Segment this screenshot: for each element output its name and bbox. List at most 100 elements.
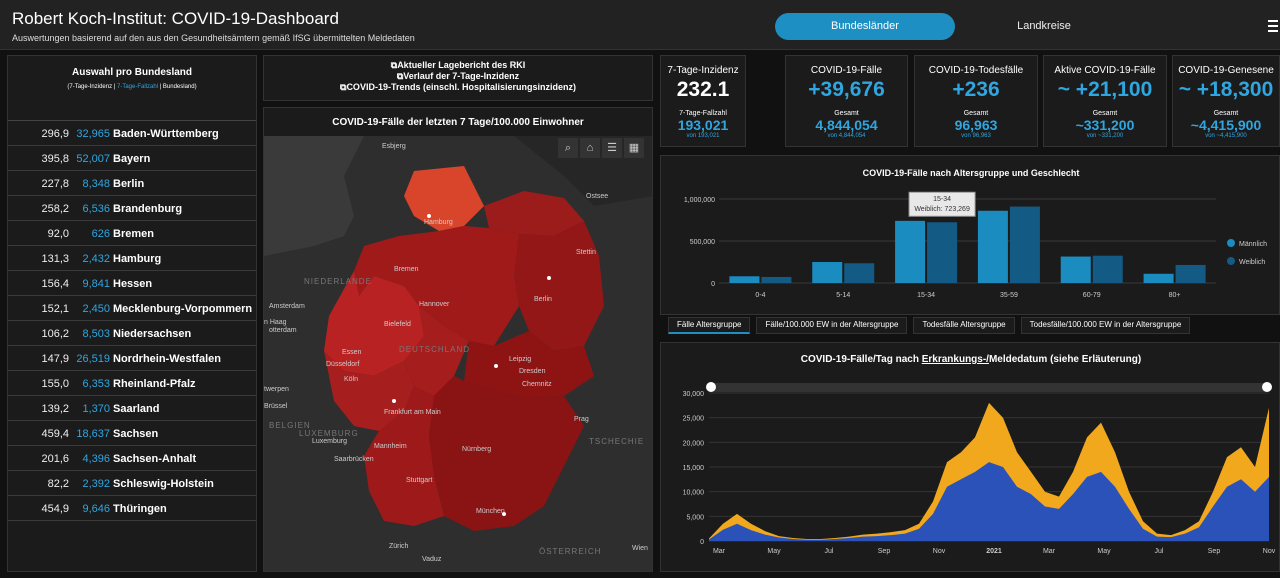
row-incidence: 454,9	[41, 503, 69, 515]
bundesland-row[interactable]: 201,6 4,396 Sachsen-Anhalt	[8, 446, 256, 471]
home-icon[interactable]: ⌂	[580, 138, 600, 158]
bundesland-row[interactable]: 395,8 52,007 Bayern	[8, 146, 256, 171]
age-bar-weiblich[interactable]	[1009, 206, 1040, 283]
map-label: otterdam	[269, 327, 297, 334]
daily-xtick: Jul	[1155, 548, 1164, 555]
map-label: Esbjerg	[382, 143, 406, 150]
daily-ytick: 0	[700, 539, 704, 546]
age-bar-männlich[interactable]	[977, 210, 1008, 283]
row-name: Bayern	[113, 153, 151, 165]
age-bar-männlich[interactable]	[895, 220, 926, 283]
daily-cases-chart[interactable]: COVID-19-Fälle/Tag nach Erkrankungs-/Mel…	[661, 343, 1280, 573]
age-bar-männlich[interactable]	[729, 276, 760, 283]
row-incidence: 227,8	[41, 178, 69, 190]
age-tab-0[interactable]: Fälle Altersgruppe	[668, 317, 751, 334]
daily-area-onset[interactable]	[709, 462, 1269, 541]
bundesland-row[interactable]: 131,3 2,432 Hamburg	[8, 246, 256, 271]
age-tab-1[interactable]: Fälle/100.000 EW in der Altersgruppe	[756, 317, 908, 334]
age-bar-männlich[interactable]	[1060, 256, 1091, 283]
bundesland-row[interactable]: 459,4 18,637 Sachsen	[8, 421, 256, 446]
map-label: NIEDERLANDE	[304, 277, 372, 286]
age-bar-männlich[interactable]	[1143, 273, 1174, 283]
kpi-value: ~ +18,300	[1178, 78, 1274, 101]
age-bar-weiblich[interactable]	[927, 222, 958, 283]
row-incidence: 152,1	[41, 303, 69, 315]
age-bar-weiblich[interactable]	[1175, 264, 1206, 283]
row-name: Nordrhein-Westfalen	[113, 353, 221, 365]
legend-marker	[1227, 239, 1235, 247]
kpi-total: 193,021	[677, 117, 729, 133]
age-bar-weiblich[interactable]	[1092, 255, 1123, 283]
bundesland-row[interactable]: 296,9 32,965 Baden-Württemberg	[8, 121, 256, 146]
map-label: Luxemburg	[312, 438, 347, 445]
daily-chart-title: COVID-19-Fälle/Tag nach Erkrankungs-/Mel…	[801, 354, 1141, 365]
bundesland-row[interactable]: 106,2 8,503 Niedersachsen	[8, 321, 256, 346]
range-slider-track[interactable]	[709, 383, 1269, 392]
range-slider-handle-end[interactable]	[1262, 382, 1272, 392]
map-label: Chemnitz	[522, 381, 552, 388]
row-cases: 9,646	[82, 503, 110, 515]
row-name: Baden-Württemberg	[113, 128, 219, 140]
kpi-card: Aktive COVID-19-Fälle ~ +21,100 Gesamt ~331…	[1043, 55, 1167, 147]
tab-bundeslaender[interactable]: Bundesländer	[775, 13, 955, 40]
row-name: Sachsen-Anhalt	[113, 453, 197, 465]
map-label: München	[476, 508, 505, 515]
bundesland-row[interactable]: 147,9 26,519 Nordrhein-Westfalen	[8, 346, 256, 371]
age-chart[interactable]: COVID-19-Fälle nach Altersgruppe und Ges…	[661, 156, 1280, 316]
list-subtitle: (7-Tage-Inzidenz | 7-Tage-Fallzahl | Bun…	[8, 78, 256, 90]
legend-label: Männlich	[1239, 241, 1267, 248]
link-inzidenz-verlauf[interactable]: ⧉Verlauf der 7-Tage-Inzidenz	[264, 71, 652, 82]
age-tab-3[interactable]: Todesfälle/100.000 EW in der Altersgrupp…	[1020, 317, 1191, 334]
map-city-dot	[494, 364, 498, 368]
age-bar-weiblich[interactable]	[761, 276, 792, 283]
row-cases: 6,536	[82, 203, 110, 215]
legend-icon[interactable]: ☰	[602, 138, 622, 158]
kpi-value: +236	[952, 78, 1000, 101]
row-name: Rheinland-Pfalz	[113, 378, 196, 390]
bundesland-row[interactable]: 227,8 8,348 Berlin	[8, 171, 256, 196]
age-xtick: 5-14	[836, 292, 850, 299]
bundesland-row[interactable]: 152,1 2,450 Mecklenburg-Vorpommern	[8, 296, 256, 321]
map-label: TSCHECHIE	[589, 437, 644, 446]
map-label: Bremen	[394, 266, 419, 273]
map-label: Ostsee	[586, 193, 608, 200]
tab-landkreise[interactable]: Landkreise	[954, 13, 1134, 40]
map-label: Stettin	[576, 249, 596, 256]
map-city-dot	[427, 214, 431, 218]
search-icon[interactable]: ⌕	[558, 138, 578, 158]
daily-ytick: 25,000	[683, 416, 705, 423]
kpi-card: COVID-19-Fälle +39,676 Gesamt 4,844,054 von …	[785, 55, 908, 147]
age-bar-weiblich[interactable]	[844, 263, 875, 283]
kpi-sublabel: Gesamt	[963, 110, 989, 117]
bundesland-row[interactable]: 139,2 1,370 Saarland	[8, 396, 256, 421]
row-name: Schleswig-Holstein	[113, 478, 214, 490]
map-label: Saarbrücken	[334, 456, 374, 463]
bundesland-row[interactable]: 155,0 6,353 Rheinland-Pfalz	[8, 371, 256, 396]
basemap-icon[interactable]: ▦	[624, 138, 644, 158]
daily-xtick: Mar	[713, 548, 726, 555]
range-slider-handle-start[interactable]	[706, 382, 716, 392]
map-label: Dresden	[519, 368, 546, 375]
menu-icon[interactable]	[1268, 20, 1278, 32]
bundesland-row[interactable]: 156,4 9,841 Hessen	[8, 271, 256, 296]
germany-map[interactable]: Esbjerg Ostsee Hamburg Stettin Bremen NIEDERL…	[264, 136, 653, 572]
age-ytick: 1,000,000	[684, 197, 715, 204]
kpi-small: von 193,021	[686, 133, 720, 139]
daily-title-link[interactable]: Erkrankungs-/	[922, 354, 989, 365]
age-xtick: 80+	[1169, 292, 1181, 299]
page-title: Robert Koch-Institut: COVID-19-Dashboard	[12, 9, 339, 28]
age-bar-männlich[interactable]	[812, 262, 843, 283]
bundesland-row[interactable]: 92,0 626 Bremen	[8, 221, 256, 246]
bundesland-row[interactable]: 454,9 9,646 Thüringen	[8, 496, 256, 521]
kpi-total: 4,844,054	[815, 117, 878, 133]
bundesland-row[interactable]: 258,2 6,536 Brandenburg	[8, 196, 256, 221]
bundesland-row[interactable]: 82,2 2,392 Schleswig-Holstein	[8, 471, 256, 496]
daily-ytick: 20,000	[683, 440, 705, 447]
link-lagebericht[interactable]: ⧉Aktueller Lagebericht des RKI	[264, 60, 652, 71]
row-name: Bremen	[113, 228, 154, 240]
row-incidence: 92,0	[47, 228, 69, 240]
link-trends[interactable]: ⧉COVID-19-Trends (einschl. Hospitalisier…	[264, 82, 652, 93]
age-tab-2[interactable]: Todesfälle Altersgruppe	[913, 317, 1015, 334]
daily-xtick: Jul	[825, 548, 834, 555]
links-panel: ⧉Aktueller Lagebericht des RKI ⧉Verlauf …	[263, 55, 653, 101]
